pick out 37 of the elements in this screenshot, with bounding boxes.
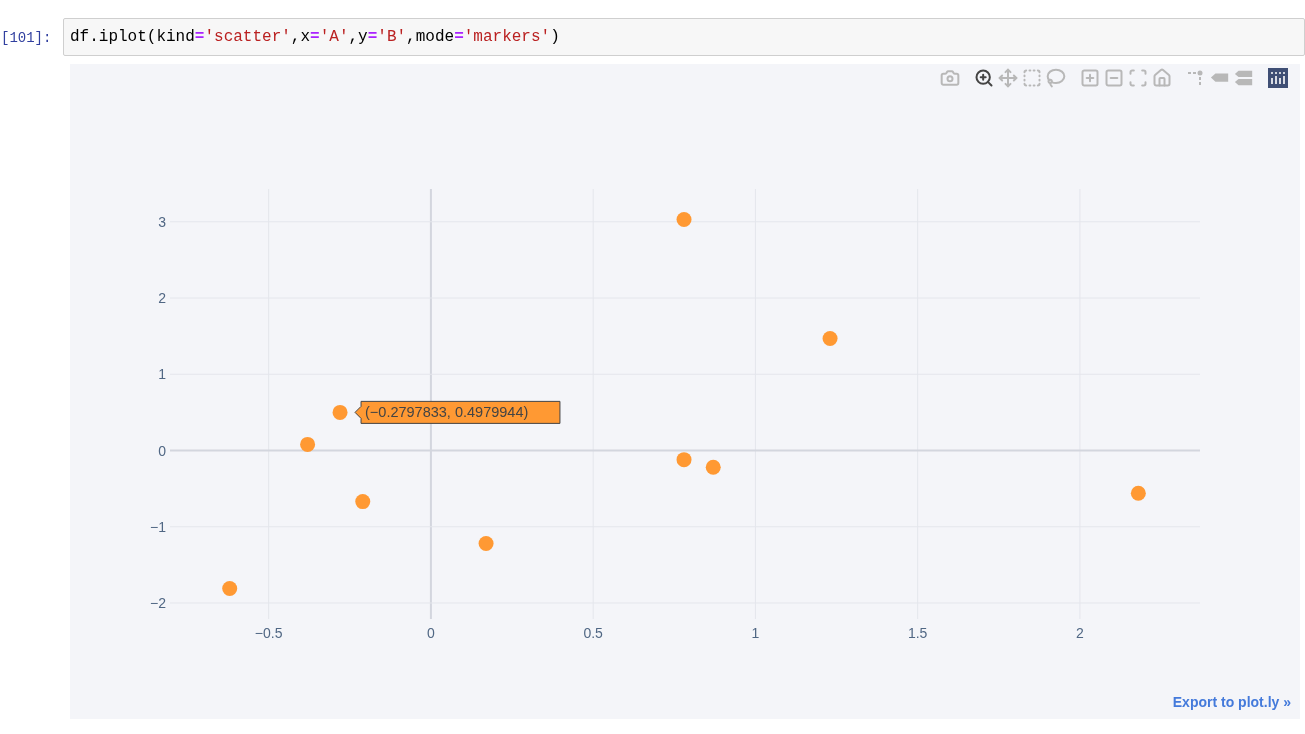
x-tick-label: 0 bbox=[427, 625, 435, 641]
data-point[interactable] bbox=[822, 330, 838, 346]
data-point[interactable] bbox=[332, 404, 348, 420]
data-point[interactable] bbox=[222, 581, 238, 596]
y-tick-label: −2 bbox=[150, 595, 166, 611]
y-tick-label: 0 bbox=[158, 442, 166, 459]
lasso-icon[interactable] bbox=[1046, 68, 1066, 88]
x-tick-label: 1 bbox=[751, 625, 760, 641]
data-point[interactable] bbox=[676, 212, 692, 227]
data-point[interactable] bbox=[478, 536, 494, 551]
annotation: (−0.2797833, 0.4979944) bbox=[365, 404, 529, 421]
x-tick-label: 0.5 bbox=[583, 625, 603, 641]
data-point[interactable] bbox=[1130, 485, 1146, 501]
data-point[interactable] bbox=[300, 436, 316, 452]
double-tag-icon[interactable] bbox=[1234, 68, 1254, 88]
box-select-icon[interactable] bbox=[1022, 68, 1042, 88]
cell-prompt: [101]: bbox=[0, 29, 53, 48]
autoscale-icon[interactable] bbox=[1128, 68, 1148, 88]
home-icon[interactable] bbox=[1152, 68, 1172, 88]
plotly-logo-icon[interactable] bbox=[1268, 68, 1288, 88]
zoom-icon[interactable] bbox=[974, 68, 994, 88]
export-link[interactable]: Export to plot.ly » bbox=[1172, 692, 1291, 713]
y-tick-label: 2 bbox=[158, 290, 166, 306]
y-tick-label: −1 bbox=[150, 518, 166, 535]
camera-icon[interactable] bbox=[940, 68, 960, 88]
code-cell[interactable]: df.iplot(kind='scatter',x='A',y='B',mode='markers') bbox=[63, 18, 1305, 56]
zoom-out-icon[interactable] bbox=[1104, 68, 1124, 88]
y-tick-label: 3 bbox=[158, 213, 166, 230]
x-tick-label: 2 bbox=[1076, 625, 1084, 641]
data-point[interactable] bbox=[676, 452, 692, 468]
data-point[interactable] bbox=[355, 494, 371, 510]
x-tick-label: −0.5 bbox=[254, 625, 283, 641]
hover-label: (−0.2797833, 0.4979944) bbox=[354, 400, 561, 424]
y-tick-label: 1 bbox=[158, 366, 166, 383]
data-point[interactable] bbox=[705, 459, 721, 475]
x-tick-label: 1.5 bbox=[907, 625, 928, 641]
zoom-in-icon[interactable] bbox=[1080, 68, 1100, 88]
